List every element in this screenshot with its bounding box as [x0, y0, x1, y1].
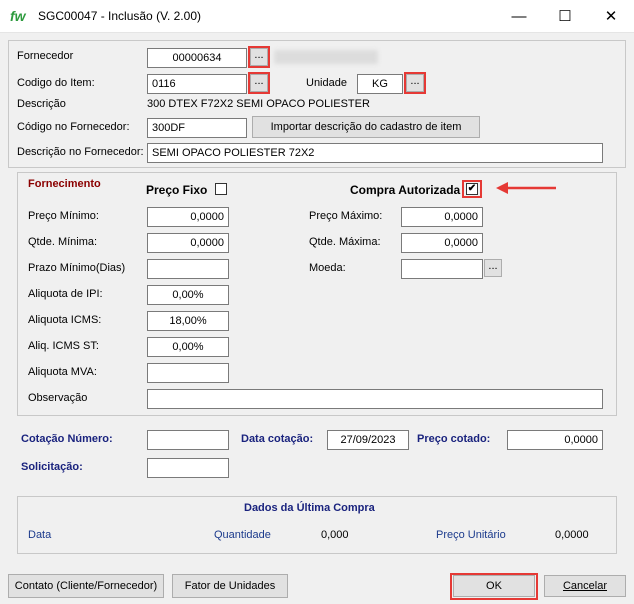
observacao-input[interactable] — [147, 389, 603, 409]
codigo-fornecedor-label: Código no Fornecedor: — [17, 121, 130, 133]
fornecedor-input[interactable]: 00000634 — [147, 48, 247, 68]
ultima-compra-quantidade-value: 0,000 — [321, 529, 349, 541]
unidade-label: Unidade — [306, 77, 347, 89]
fornecimento-title: Fornecimento — [28, 178, 101, 190]
qtde-maxima-label: Qtde. Máxima: — [309, 236, 381, 248]
solicitacao-input[interactable] — [147, 458, 229, 478]
descricao-value: 300 DTEX F72X2 SEMI OPACO POLIESTER — [147, 98, 370, 110]
maximize-button[interactable]: ☐ — [542, 0, 588, 32]
preco-fixo-checkbox[interactable] — [215, 183, 227, 195]
compra-autorizada-label: Compra Autorizada — [350, 183, 461, 197]
maximize-icon: ☐ — [558, 8, 572, 25]
ultima-compra-title: Dados da Última Compra — [244, 502, 375, 514]
fornecedor-name-redacted — [274, 50, 378, 64]
codigo-item-input[interactable]: 0116 — [147, 74, 247, 94]
data-cotacao-label: Data cotação: — [241, 433, 314, 445]
compra-autorizada-checkbox[interactable]: ✔ — [466, 183, 478, 195]
descricao-label: Descrição — [17, 98, 66, 110]
fornecedor-label: Fornecedor — [17, 50, 74, 62]
qtde-minima-input[interactable]: 0,0000 — [147, 233, 229, 253]
preco-maximo-input[interactable]: 0,0000 — [401, 207, 483, 227]
minimize-button[interactable]: — — [496, 0, 542, 32]
data-cotacao-input[interactable]: 27/09/2023 — [327, 430, 409, 450]
cotacao-numero-input[interactable] — [147, 430, 229, 450]
window-title: SGC00047 - Inclusão (V. 2.00) — [38, 9, 201, 23]
prazo-minimo-input[interactable] — [147, 259, 229, 279]
qtde-maxima-input[interactable]: 0,0000 — [401, 233, 483, 253]
app-logo: fw — [10, 8, 26, 24]
moeda-label: Moeda: — [309, 262, 346, 274]
ultima-compra-preco-unitario-value: 0,0000 — [555, 529, 589, 541]
arrow-left-icon — [496, 182, 556, 194]
aliq-ipi-label: Aliquota de IPI: — [28, 288, 103, 300]
preco-minimo-input[interactable]: 0,0000 — [147, 207, 229, 227]
moeda-lookup-button[interactable]: ... — [484, 259, 502, 277]
codigo-item-lookup-button[interactable]: ... — [250, 74, 268, 92]
moeda-input[interactable] — [401, 259, 483, 279]
ultima-compra-quantidade-label: Quantidade — [214, 529, 271, 541]
aliq-mva-label: Aliquota MVA: — [28, 366, 97, 378]
ultima-compra-preco-unitario-label: Preço Unitário — [436, 529, 506, 541]
cancelar-button[interactable]: Cancelar — [544, 575, 626, 597]
descricao-fornecedor-label: Descrição no Fornecedor: — [17, 146, 144, 158]
descricao-fornecedor-input[interactable]: SEMI OPACO POLIESTER 72X2 — [147, 143, 603, 163]
minimize-icon: — — [511, 7, 527, 25]
solicitacao-label: Solicitação: — [21, 461, 83, 473]
ok-button[interactable]: OK — [453, 575, 535, 597]
aliq-mva-input[interactable] — [147, 363, 229, 383]
title-bar: fw SGC00047 - Inclusão (V. 2.00) — ☐ ✕ — [0, 0, 634, 33]
unidade-lookup-button[interactable]: ... — [406, 74, 424, 92]
preco-cotado-label: Preço cotado: — [417, 433, 491, 445]
aliq-icms-label: Aliquota ICMS: — [28, 314, 102, 326]
fator-unidades-button[interactable]: Fator de Unidades — [172, 574, 288, 598]
fornecedor-lookup-button[interactable]: ... — [250, 48, 268, 66]
aliq-ipi-input[interactable]: 0,00% — [147, 285, 229, 305]
ultima-compra-data-label: Data — [28, 529, 52, 541]
importar-descricao-button[interactable]: Importar descrição do cadastro de item — [252, 116, 480, 138]
aliq-icms-input[interactable]: 18,00% — [147, 311, 229, 331]
codigo-item-label: Codigo do Item: — [17, 77, 95, 89]
prazo-minimo-label: Prazo Mínimo(Dias) — [28, 262, 126, 274]
aliq-icms-st-input[interactable]: 0,00% — [147, 337, 229, 357]
observacao-label: Observação — [28, 392, 88, 404]
codigo-fornecedor-input[interactable]: 300DF — [147, 118, 247, 138]
unidade-input[interactable]: KG — [357, 74, 403, 94]
close-icon: ✕ — [604, 8, 618, 25]
preco-cotado-input[interactable]: 0,0000 — [507, 430, 603, 450]
preco-fixo-label: Preço Fixo — [146, 183, 208, 197]
preco-maximo-label: Preço Máximo: — [309, 210, 383, 222]
close-button[interactable]: ✕ — [588, 0, 634, 32]
contato-button[interactable]: Contato (Cliente/Fornecedor) — [8, 574, 164, 598]
cotacao-numero-label: Cotação Número: — [21, 433, 113, 445]
fornecimento-group — [17, 172, 617, 416]
preco-minimo-label: Preço Mínimo: — [28, 210, 99, 222]
aliq-icms-st-label: Aliq. ICMS ST: — [28, 340, 99, 352]
qtde-minima-label: Qtde. Mínima: — [28, 236, 98, 248]
